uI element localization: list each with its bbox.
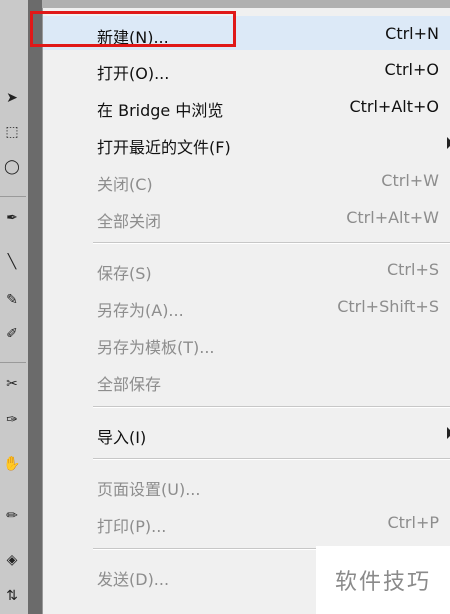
panel-gap [28,0,42,614]
menu-item-label: 另存为(A)... [97,301,184,320]
menu-item-label: 页面设置(U)... [97,480,201,499]
menu-item-shortcut: Ctrl+Alt+W [346,208,439,227]
menu-item-save-as-template[interactable]: 另存为模板(T)... [43,326,450,360]
menu-item-close-all[interactable]: 全部关闭 Ctrl+Alt+W [43,200,450,234]
pencil-tool-icon[interactable]: ✎ [0,288,24,312]
menu-item-label: 发送(D)... [97,570,170,589]
menu-item-shortcut: Ctrl+S [386,260,439,279]
menu-item-label: 在 Bridge 中浏览 [97,101,224,120]
menu-item-open-recent[interactable]: 打开最近的文件(F) [43,126,450,160]
menu-item-shortcut: Ctrl+O [384,60,439,79]
menu-item-label: 打开(O)... [97,64,170,83]
menu-item-import[interactable]: 导入(I) [43,416,450,450]
file-menu: 新建(N)... Ctrl+N 打开(O)... Ctrl+O 在 Bridge… [42,8,450,614]
menu-item-browse-in-bridge[interactable]: 在 Bridge 中浏览 Ctrl+Alt+O [43,89,450,123]
top-bar [0,0,450,8]
menu-item-label: 打开最近的文件(F) [97,138,231,157]
swap-colors-icon[interactable]: ⇅ [0,584,24,608]
brush-tool-icon[interactable]: ✐ [0,322,24,346]
menu-item-shortcut: Ctrl+Shift+S [337,297,439,316]
menu-item-label: 关闭(C) [97,175,153,194]
toolbox-divider [0,362,26,363]
stroke-color-icon[interactable]: ✏ [0,504,24,528]
menu-item-label: 另存为模板(T)... [97,338,215,357]
bone-tool-icon[interactable]: ✂ [0,372,24,396]
menu-item-close[interactable]: 关闭(C) Ctrl+W [43,163,450,197]
menu-item-shortcut: Ctrl+N [385,24,439,43]
menu-separator [93,458,450,460]
eyedropper-tool-icon[interactable]: ✑ [0,408,24,432]
menu-item-shortcut: Ctrl+Alt+O [349,97,439,116]
menu-item-save-all[interactable]: 全部保存 [43,363,450,397]
menu-item-save[interactable]: 保存(S) Ctrl+S [43,252,450,286]
menu-item-label: 全部关闭 [97,212,162,231]
menu-item-label: 全部保存 [97,375,162,394]
lasso-tool-icon[interactable]: ◯ [0,155,24,179]
menu-separator [93,406,450,408]
menu-item-label: 保存(S) [97,264,152,283]
toolbox-divider [0,196,26,197]
highlight-annotation-box [30,11,236,47]
menu-separator [93,242,450,244]
menu-item-print[interactable]: 打印(P)... Ctrl+P [43,505,450,539]
menu-item-label: 导入(I) [97,428,147,447]
hand-tool-icon[interactable]: ✋ [0,452,24,476]
menu-item-open[interactable]: 打开(O)... Ctrl+O [43,52,450,86]
marquee-tool-icon[interactable]: ⬚ [0,120,24,144]
toolbox-panel: ➤ ⬚ ◯ ✒ ╲ ✎ ✐ ✂ ✑ ✋ ✏ ◈ ⇅ [0,0,29,614]
move-tool-icon[interactable]: ➤ [0,86,24,110]
menu-item-shortcut: Ctrl+W [381,171,439,190]
fill-color-icon[interactable]: ◈ [0,548,24,572]
watermark: 软件技巧 [316,546,450,614]
pen-tool-icon[interactable]: ✒ [0,206,24,230]
menu-item-save-as[interactable]: 另存为(A)... Ctrl+Shift+S [43,289,450,323]
menu-item-page-setup[interactable]: 页面设置(U)... [43,468,450,502]
line-tool-icon[interactable]: ╲ [0,250,24,274]
menu-item-shortcut: Ctrl+P [387,513,439,532]
menu-item-label: 打印(P)... [97,517,167,536]
